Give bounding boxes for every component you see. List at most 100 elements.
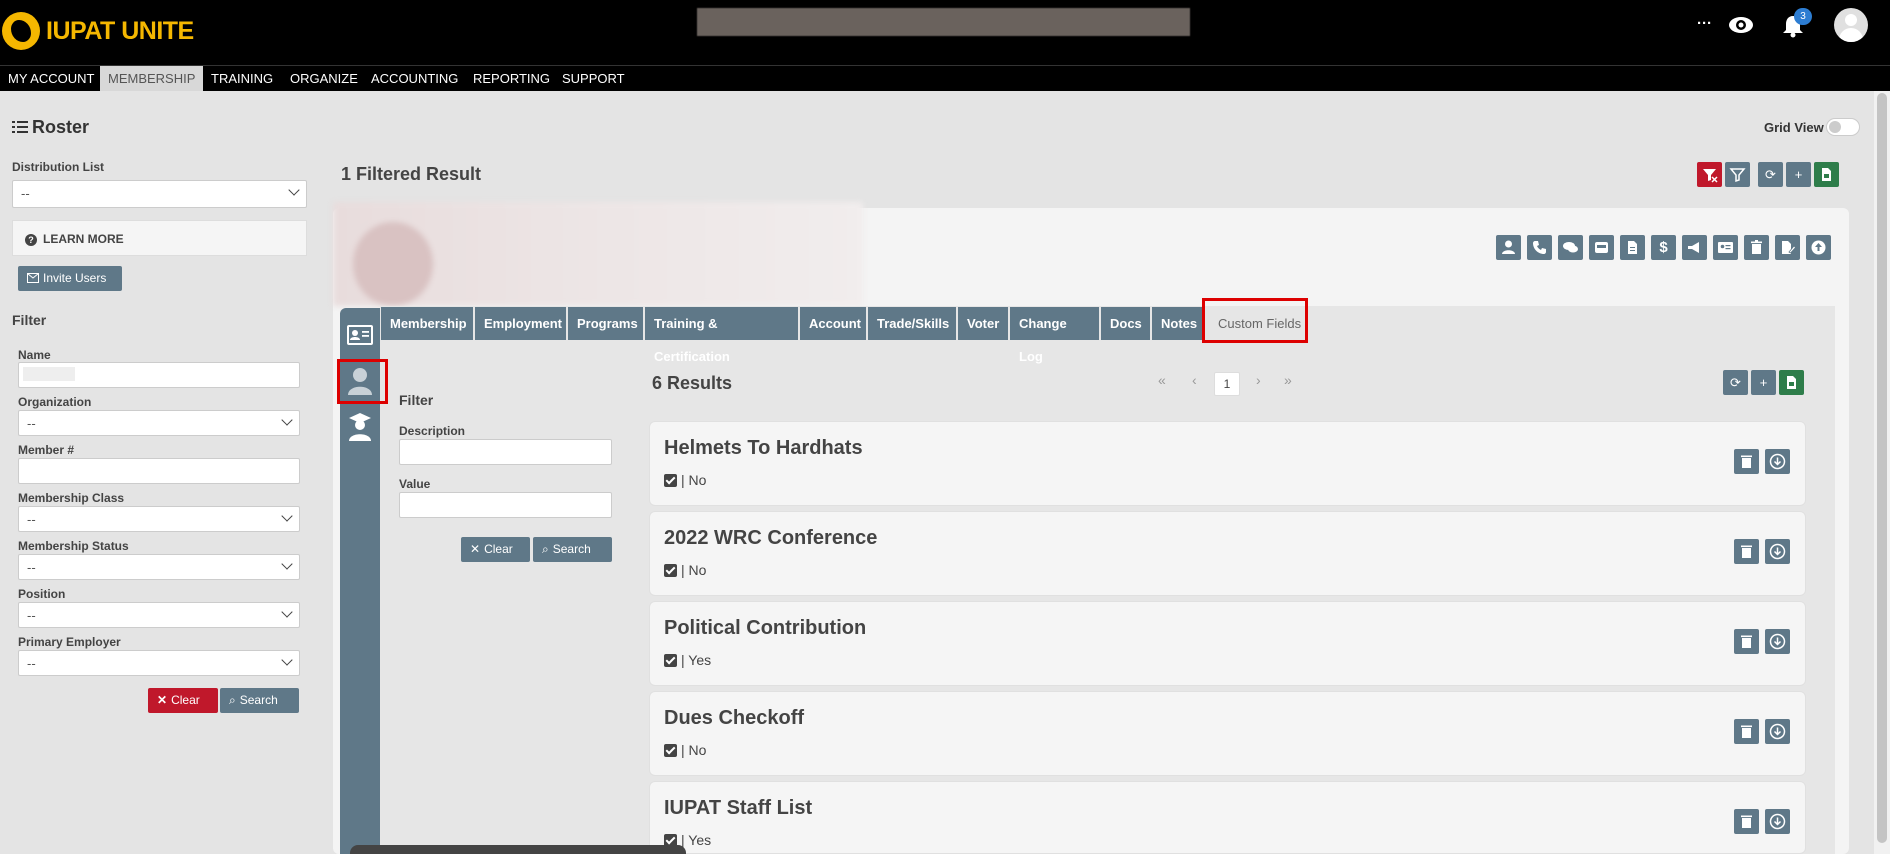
download-icon[interactable] <box>1765 539 1790 564</box>
highlight-custom-fields-tab <box>1202 298 1308 343</box>
scrollbar-thumb[interactable] <box>1877 93 1887 843</box>
more-menu-button[interactable]: ··· <box>1697 15 1712 32</box>
id-card-icon[interactable] <box>1713 235 1738 260</box>
custom-field-title: Political Contribution <box>664 617 867 639</box>
delete-trash-icon[interactable] <box>1734 539 1759 564</box>
trash-icon[interactable] <box>1744 235 1769 260</box>
global-search-input[interactable] <box>697 8 1190 36</box>
tab-docs[interactable]: Docs <box>1101 307 1150 340</box>
grid-view-label: Grid View <box>1764 120 1824 135</box>
next-page-button[interactable]: › <box>1256 372 1261 388</box>
envelope-icon <box>27 273 39 283</box>
top-bar: IUPAT UNITE ··· 3 <box>0 0 1890 65</box>
tab-trade-skills[interactable]: Trade/Skills <box>868 307 956 340</box>
download-icon[interactable] <box>1765 719 1790 744</box>
bottom-drawer-handle[interactable] <box>350 845 686 854</box>
tab-employment[interactable]: Employment <box>475 307 566 340</box>
invite-users-button[interactable]: Invite Users <box>18 266 122 291</box>
position-select[interactable]: -- <box>18 602 300 628</box>
filtered-results-heading: 1 Filtered Result <box>341 164 482 184</box>
export-excel-icon[interactable] <box>1814 162 1839 187</box>
results-refresh-icon[interactable]: ⟳ <box>1723 370 1748 395</box>
menu-support[interactable]: SUPPORT <box>554 66 633 92</box>
tab-account[interactable]: Account <box>800 307 866 340</box>
filter-heading: Filter <box>12 312 47 328</box>
first-page-button[interactable]: « <box>1158 372 1166 388</box>
membership-status-select[interactable]: -- <box>18 554 300 580</box>
dollar-icon[interactable]: $ <box>1651 235 1676 260</box>
filter-icon[interactable] <box>1725 162 1750 187</box>
checkbox-icon <box>664 654 677 667</box>
previous-page-button[interactable]: ‹ <box>1192 372 1197 388</box>
edit-document-icon[interactable] <box>1775 235 1800 260</box>
menu-my-account[interactable]: MY ACCOUNT <box>0 66 102 92</box>
left-search-button[interactable]: ⌕ Search <box>220 688 299 713</box>
member-number-input[interactable] <box>18 458 300 484</box>
document-icon[interactable] <box>1620 235 1645 260</box>
last-page-button[interactable]: » <box>1284 372 1292 388</box>
phone-icon[interactable] <box>1527 235 1552 260</box>
results-export-icon[interactable] <box>1779 370 1804 395</box>
distribution-list-select[interactable]: -- <box>12 180 307 208</box>
contact-card-icon[interactable] <box>346 323 374 347</box>
custom-field-value: | No <box>664 562 706 578</box>
tab-notes[interactable]: Notes <box>1152 307 1202 340</box>
menu-membership[interactable]: MEMBERSHIP <box>100 66 204 92</box>
tab-programs[interactable]: Programs <box>568 307 643 340</box>
menu-organize[interactable]: ORGANIZE <box>282 66 366 92</box>
inner-clear-button[interactable]: ✕ Clear <box>461 537 530 562</box>
person-icon[interactable] <box>1496 235 1521 260</box>
delete-trash-icon[interactable] <box>1734 809 1759 834</box>
name-input[interactable] <box>18 362 300 388</box>
add-icon[interactable]: + <box>1786 162 1811 187</box>
app-logo[interactable]: IUPAT UNITE <box>2 12 194 50</box>
grid-view-toggle[interactable] <box>1826 118 1860 136</box>
primary-employer-select[interactable]: -- <box>18 650 300 676</box>
inner-search-button[interactable]: ⌕ Search <box>533 537 612 562</box>
left-clear-button[interactable]: ✕ Clear <box>148 688 218 713</box>
description-input[interactable] <box>399 439 612 465</box>
inner-filter-heading: Filter <box>399 392 434 408</box>
clear-filter-icon[interactable] <box>1697 162 1722 187</box>
description-label: Description <box>399 424 466 438</box>
custom-field-value: | No <box>664 472 706 488</box>
upload-icon[interactable] <box>1806 235 1831 260</box>
page-scrollbar[interactable] <box>1874 91 1890 854</box>
current-page[interactable]: 1 <box>1214 372 1240 396</box>
tab-membership[interactable]: Membership <box>381 307 473 340</box>
download-icon[interactable] <box>1765 809 1790 834</box>
download-icon[interactable] <box>1765 449 1790 474</box>
tab-change-log[interactable]: Change Log <box>1010 307 1099 364</box>
organization-select[interactable]: -- <box>18 410 300 436</box>
checkbox-icon <box>664 744 677 757</box>
tab-voter[interactable]: Voter <box>958 307 1008 340</box>
menu-training[interactable]: TRAINING <box>203 66 281 92</box>
custom-field-row: Dues Checkoff | No <box>649 691 1806 776</box>
eye-icon[interactable] <box>1728 14 1754 36</box>
membership-class-value: -- <box>27 512 36 527</box>
menu-accounting[interactable]: ACCOUNTING <box>363 66 466 92</box>
download-icon[interactable] <box>1765 629 1790 654</box>
menu-reporting[interactable]: REPORTING <box>465 66 558 92</box>
membership-class-select[interactable]: -- <box>18 506 300 532</box>
inner-clear-label: Clear <box>484 542 513 556</box>
chat-icon[interactable] <box>1558 235 1583 260</box>
value-input[interactable] <box>399 492 612 518</box>
tab-training-certification[interactable]: Training & Certification <box>645 307 798 364</box>
inbox-icon[interactable] <box>1589 235 1614 260</box>
megaphone-icon[interactable] <box>1682 235 1707 260</box>
delete-trash-icon[interactable] <box>1734 719 1759 744</box>
membership-class-label: Membership Class <box>18 491 125 505</box>
custom-field-value: | No <box>664 742 706 758</box>
graduate-icon[interactable] <box>346 412 374 442</box>
refresh-icon[interactable]: ⟳ <box>1758 162 1783 187</box>
redacted-member-header <box>333 202 863 306</box>
results-add-icon[interactable]: + <box>1751 370 1776 395</box>
delete-trash-icon[interactable] <box>1734 449 1759 474</box>
chevron-down-icon <box>281 606 293 618</box>
learn-more-link[interactable]: ? LEARN MORE <box>12 220 307 256</box>
delete-trash-icon[interactable] <box>1734 629 1759 654</box>
primary-employer-label: Primary Employer <box>18 635 121 649</box>
left-search-label: Search <box>239 693 278 707</box>
user-avatar[interactable] <box>1834 8 1868 42</box>
